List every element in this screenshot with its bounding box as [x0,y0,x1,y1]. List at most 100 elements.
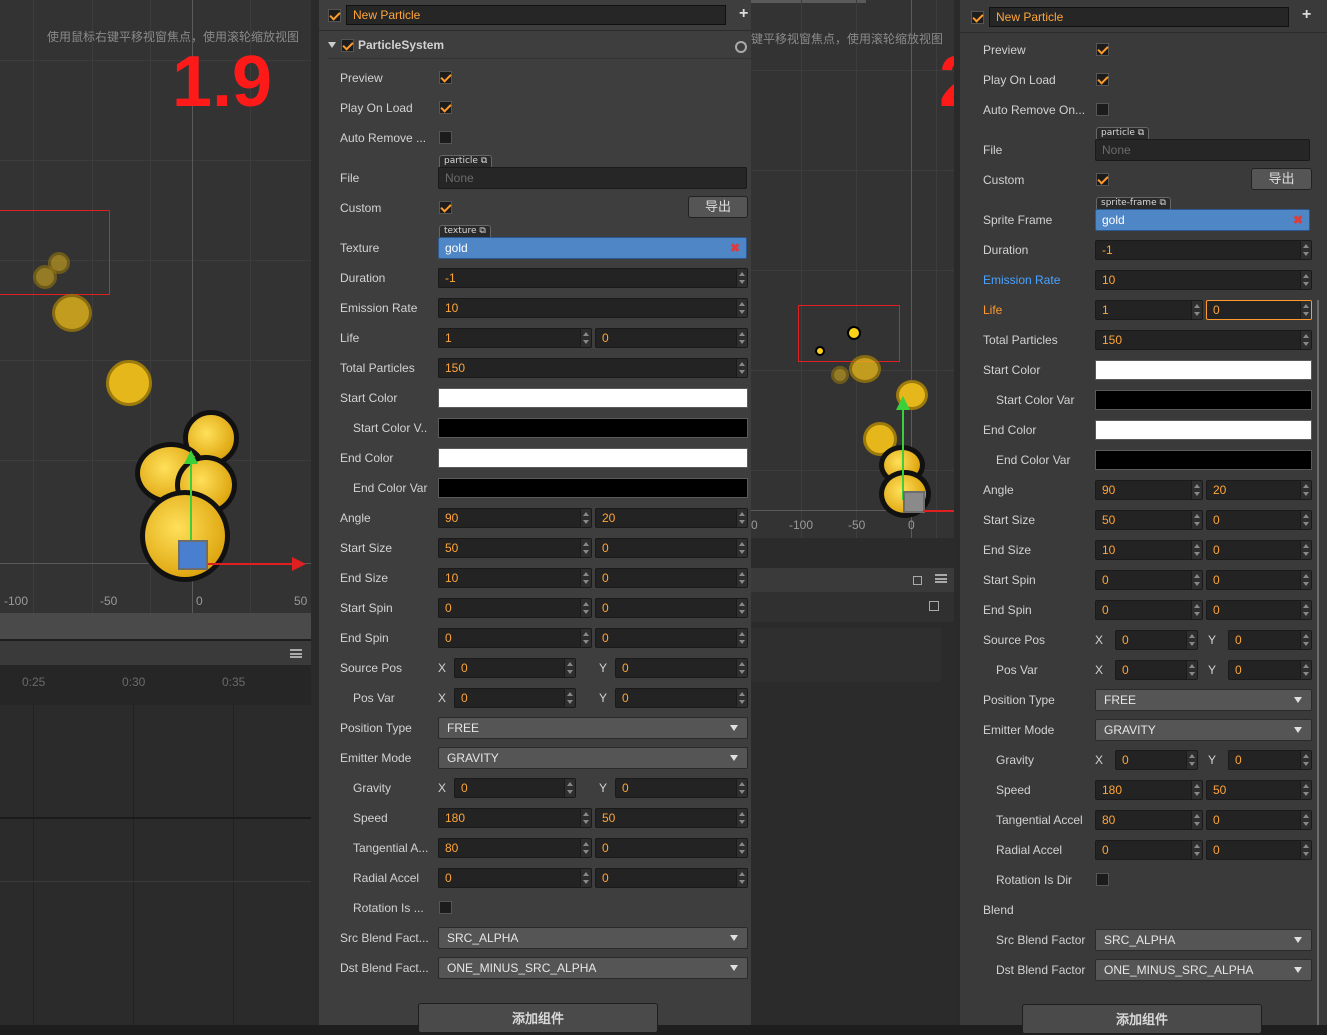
gear-icon[interactable] [735,41,747,53]
radial-accel-input[interactable]: 0 [1095,840,1203,860]
move-gizmo-x[interactable] [923,510,954,512]
angle-input[interactable]: 90 [1095,480,1203,500]
start-size-input[interactable]: 50 [438,538,592,558]
component-enabled-checkbox[interactable] [341,39,354,52]
auto-remove-checkbox[interactable] [439,131,452,144]
export-button[interactable]: 导出 [688,196,748,218]
source-pos-x-input[interactable]: 0 [454,658,576,678]
gravity-x-input[interactable]: 0 [1115,750,1198,770]
collapse-arrow-icon[interactable] [328,42,336,48]
emission-rate-input[interactable]: 10 [1095,270,1312,290]
total-particles-input[interactable]: 150 [438,358,748,378]
life-input[interactable]: 1 [1095,300,1203,320]
angle-var-input[interactable]: 20 [595,508,748,528]
speed-var-input[interactable]: 50 [595,808,748,828]
pos-var-y-input[interactable]: 0 [615,688,748,708]
node-active-checkbox[interactable] [971,11,984,24]
start-color-var-swatch[interactable] [438,418,748,438]
maximize-icon[interactable] [913,576,922,585]
speed-input[interactable]: 180 [438,808,592,828]
scene-view-20[interactable]: 键平移视窗焦点，使用滚轮缩放视图 2.0 0 -100 -50 0 [751,0,954,538]
angle-var-input[interactable]: 20 [1206,480,1312,500]
end-spin-input[interactable]: 0 [1095,600,1203,620]
life-var-input[interactable]: 0 [1206,300,1312,320]
gravity-x-input[interactable]: 0 [454,778,576,798]
side-panel-20[interactable] [751,538,954,1025]
end-size-input[interactable]: 10 [438,568,592,588]
preview-checkbox[interactable] [439,71,452,84]
start-spin-var-input[interactable]: 0 [1206,570,1312,590]
node-name-input[interactable]: New Particle [346,5,726,25]
source-pos-y-input[interactable]: 0 [615,658,748,678]
particle-node-icon[interactable] [903,491,925,513]
end-size-input[interactable]: 10 [1095,540,1203,560]
play-on-load-checkbox[interactable] [439,101,452,114]
preview-checkbox[interactable] [1096,43,1109,56]
dst-blend-select[interactable]: ONE_MINUS_SRC_ALPHA [438,957,748,979]
end-color-var-swatch[interactable] [438,478,748,498]
tangential-accel-var-input[interactable]: 0 [1206,810,1312,830]
add-icon[interactable]: + [1302,6,1311,24]
end-size-var-input[interactable]: 0 [1206,540,1312,560]
duration-input[interactable]: -1 [1095,240,1312,260]
clear-icon[interactable]: ✖ [730,238,740,258]
start-color-swatch[interactable] [438,388,748,408]
total-particles-input[interactable]: 150 [1095,330,1312,350]
menu-icon[interactable] [290,649,302,658]
src-blend-select[interactable]: SRC_ALPHA [1095,929,1312,951]
menu-icon[interactable] [935,574,947,583]
radial-accel-var-input[interactable]: 0 [1206,840,1312,860]
gravity-y-input[interactable]: 0 [1228,750,1312,770]
start-size-var-input[interactable]: 0 [1206,510,1312,530]
source-pos-x-input[interactable]: 0 [1115,630,1198,650]
start-spin-var-input[interactable]: 0 [595,598,748,618]
start-size-input[interactable]: 50 [1095,510,1203,530]
life-var-input[interactable]: 0 [595,328,748,348]
node-name-input[interactable]: New Particle [989,7,1289,27]
export-button[interactable]: 导出 [1251,168,1312,190]
radial-accel-var-input[interactable]: 0 [595,868,748,888]
sprite-frame-asset-field[interactable]: gold ✖ [1095,209,1310,231]
move-gizmo-y[interactable] [902,405,904,500]
tangential-accel-var-input[interactable]: 0 [595,838,748,858]
particle-node-icon[interactable] [178,540,208,570]
scene-view-19[interactable]: 使用鼠标右键平移视窗焦点，使用滚轮缩放视图 1.9 -100 -50 0 50 [0,0,311,613]
start-spin-input[interactable]: 0 [438,598,592,618]
collapse-icon[interactable] [929,601,939,611]
src-blend-select[interactable]: SRC_ALPHA [438,927,748,949]
dst-blend-select[interactable]: ONE_MINUS_SRC_ALPHA [1095,959,1312,981]
end-color-var-swatch[interactable] [1095,450,1312,470]
rotation-is-dir-checkbox[interactable] [439,901,452,914]
pos-var-y-input[interactable]: 0 [1228,660,1312,680]
position-type-select[interactable]: FREE [438,717,748,739]
gravity-y-input[interactable]: 0 [615,778,748,798]
end-size-var-input[interactable]: 0 [595,568,748,588]
add-component-button[interactable]: 添加组件 [1022,1004,1262,1034]
start-color-swatch[interactable] [1095,360,1312,380]
end-spin-var-input[interactable]: 0 [1206,600,1312,620]
custom-checkbox[interactable] [1096,173,1109,186]
angle-input[interactable]: 90 [438,508,592,528]
auto-remove-checkbox[interactable] [1096,103,1109,116]
source-pos-y-input[interactable]: 0 [1228,630,1312,650]
speed-var-input[interactable]: 50 [1206,780,1312,800]
life-input[interactable]: 1 [438,328,592,348]
tangential-accel-input[interactable]: 80 [438,838,592,858]
end-spin-input[interactable]: 0 [438,628,592,648]
play-on-load-checkbox[interactable] [1096,73,1109,86]
radial-accel-input[interactable]: 0 [438,868,592,888]
end-spin-var-input[interactable]: 0 [595,628,748,648]
texture-asset-field[interactable]: gold ✖ [438,237,747,259]
emitter-mode-select[interactable]: GRAVITY [1095,719,1312,741]
emission-rate-input[interactable]: 10 [438,298,748,318]
start-size-var-input[interactable]: 0 [595,538,748,558]
node-active-checkbox[interactable] [328,9,341,22]
tangential-accel-input[interactable]: 80 [1095,810,1203,830]
position-type-select[interactable]: FREE [1095,689,1312,711]
end-color-swatch[interactable] [438,448,748,468]
rotation-is-dir-checkbox[interactable] [1096,873,1109,886]
pos-var-x-input[interactable]: 0 [1115,660,1198,680]
file-asset-field[interactable]: None [1095,139,1310,161]
duration-input[interactable]: -1 [438,268,748,288]
pos-var-x-input[interactable]: 0 [454,688,576,708]
